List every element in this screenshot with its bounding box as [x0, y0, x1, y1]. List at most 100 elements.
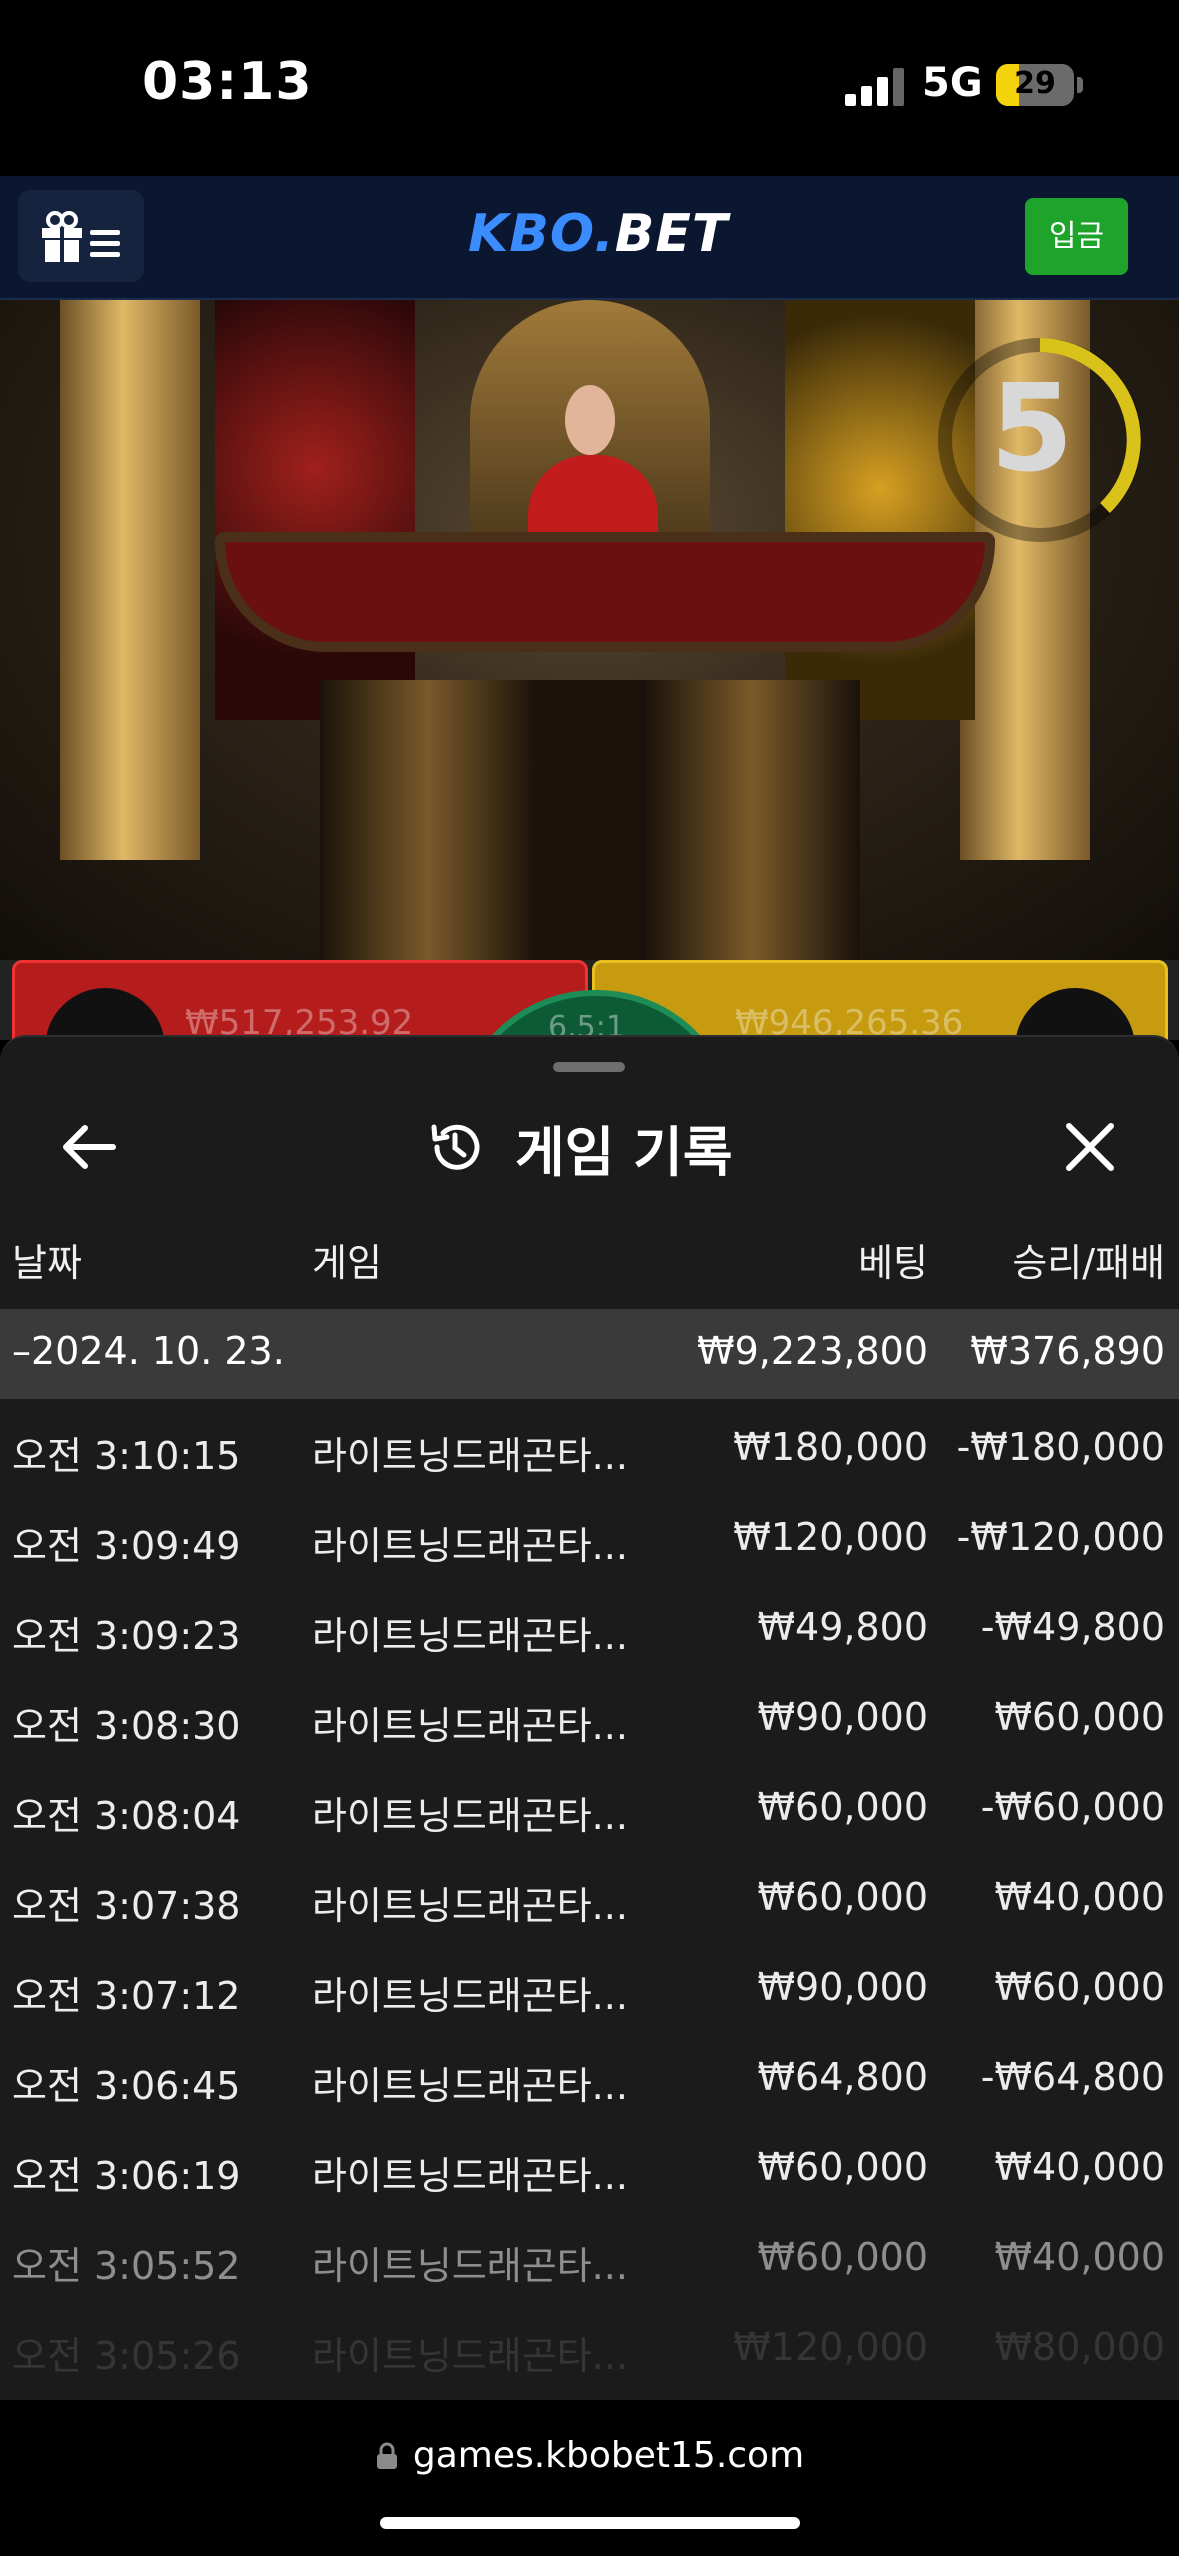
table-row[interactable]: 오전 3:07:38 라이트닝드래곤타... ₩60,000 ₩40,000 — [0, 1859, 1179, 1949]
row-winloss: -₩49,800 — [980, 1605, 1165, 1649]
table-row[interactable]: 오전 3:09:49 라이트닝드래곤타... ₩120,000 -₩120,000 — [0, 1499, 1179, 1589]
row-time: 오전 3:07:12 — [12, 1974, 241, 2018]
row-winloss: ₩40,000 — [994, 1875, 1165, 1919]
col-date: 날짜 — [12, 1241, 82, 1285]
arrow-left-icon — [63, 1125, 116, 1169]
row-game: 라이트닝드래곤타... — [312, 2064, 628, 2108]
battery-icon: 29 — [996, 64, 1074, 106]
row-game: 라이트닝드래곤타... — [312, 1434, 628, 1478]
table-row[interactable]: 오전 3:10:15 라이트닝드래곤타... ₩180,000 -₩180,000 — [0, 1409, 1179, 1499]
row-bet: ₩60,000 — [757, 1785, 928, 1829]
table-header: 날짜 게임 베팅 승리/패배 — [0, 1232, 1179, 1302]
app-header: KBO.BET 입금 — [0, 176, 1179, 300]
sheet-drag-handle[interactable] — [553, 1062, 625, 1072]
game-history-sheet: 게임 기록 날짜 게임 베팅 승리/패배 –2024. 10. 23. ₩9,2… — [0, 1035, 1179, 2402]
row-time: 오전 3:05:52 — [12, 2244, 241, 2288]
row-game: 라이트닝드래곤타... — [312, 2334, 628, 2378]
table-row[interactable]: 오전 3:06:45 라이트닝드래곤타... ₩64,800 -₩64,800 — [0, 2039, 1179, 2129]
row-game: 라이트닝드래곤타... — [312, 1524, 628, 1568]
row-bet: ₩60,000 — [757, 2235, 928, 2279]
url-field[interactable]: games.kbobet15.com — [0, 2435, 1179, 2476]
row-bet: ₩120,000 — [733, 2325, 928, 2369]
row-bet: ₩60,000 — [757, 1875, 928, 1919]
summary-date: –2024. 10. 23. — [12, 1329, 285, 1373]
table-row[interactable]: 오전 3:06:19 라이트닝드래곤타... ₩60,000 ₩40,000 — [0, 2129, 1179, 2219]
back-button[interactable] — [55, 1112, 125, 1182]
row-bet: ₩180,000 — [733, 1425, 928, 1469]
sheet-title: 게임 기록 — [515, 1120, 733, 1184]
row-winloss: ₩60,000 — [994, 1695, 1165, 1739]
countdown-timer: 5 — [990, 360, 1074, 499]
site-logo[interactable]: KBO.BET — [468, 204, 728, 264]
row-time: 오전 3:09:49 — [12, 1524, 241, 1568]
row-winloss: -₩64,800 — [980, 2055, 1165, 2099]
history-icon — [431, 1124, 480, 1170]
live-video[interactable]: 5 — [0, 300, 1179, 960]
row-winloss: ₩80,000 — [994, 2325, 1165, 2369]
row-game: 라이트닝드래곤타... — [312, 2244, 628, 2288]
row-winloss: -₩120,000 — [956, 1515, 1165, 1559]
lock-icon — [376, 2442, 397, 2469]
table-row[interactable]: 오전 3:05:52 라이트닝드래곤타... ₩60,000 ₩40,000 — [0, 2219, 1179, 2309]
url-text: games.kbobet15.com — [412, 2435, 805, 2476]
row-game: 라이트닝드래곤타... — [312, 1704, 628, 1748]
row-time: 오전 3:06:19 — [12, 2154, 241, 2198]
row-game: 라이트닝드래곤타... — [312, 2154, 628, 2198]
game-table — [215, 532, 995, 652]
row-bet: ₩49,800 — [757, 1605, 928, 1649]
battery-percent: 29 — [1014, 66, 1056, 101]
col-winloss: 승리/패배 — [1012, 1241, 1165, 1285]
dealer-head — [565, 385, 615, 455]
table-row[interactable]: 오전 3:05:26 라이트닝드래곤타... ₩120,000 ₩80,000 — [0, 2309, 1179, 2399]
row-game: 라이트닝드래곤타... — [312, 1884, 628, 1928]
status-time: 03:13 — [142, 52, 313, 112]
row-game: 라이트닝드래곤타... — [312, 1974, 628, 2018]
table-row[interactable]: 오전 3:08:30 라이트닝드래곤타... ₩90,000 ₩60,000 — [0, 1679, 1179, 1769]
row-winloss: -₩60,000 — [980, 1785, 1165, 1829]
row-winloss: ₩60,000 — [994, 1965, 1165, 2009]
browser-url-bar: games.kbobet15.com — [0, 2400, 1179, 2556]
video-pillar — [60, 300, 200, 860]
summary-bet: ₩9,223,800 — [697, 1329, 928, 1373]
close-button[interactable] — [1055, 1112, 1125, 1182]
logo-part-bet: BET — [614, 204, 729, 264]
row-time: 오전 3:06:45 — [12, 2064, 241, 2108]
row-winloss: -₩180,000 — [956, 1425, 1165, 1469]
home-indicator[interactable] — [380, 2517, 800, 2529]
row-bet: ₩90,000 — [757, 1965, 928, 2009]
battery-tip — [1077, 77, 1083, 93]
row-time: 오전 3:09:23 — [12, 1614, 241, 1658]
gift-menu-icon — [42, 211, 120, 262]
signal-icon — [845, 66, 905, 106]
row-time: 오전 3:10:15 — [12, 1434, 241, 1478]
row-time: 오전 3:05:26 — [12, 2334, 241, 2378]
bet-strip: ₩517,253.92 ₩946,265.36 6.5:1 — [0, 960, 1179, 1142]
date-summary-row[interactable]: –2024. 10. 23. ₩9,223,800 ₩376,890 — [0, 1309, 1179, 1399]
row-time: 오전 3:08:04 — [12, 1794, 241, 1838]
row-bet: ₩90,000 — [757, 1695, 928, 1739]
row-winloss: ₩40,000 — [994, 2145, 1165, 2189]
deposit-button[interactable]: 입금 — [1025, 198, 1128, 275]
network-type: 5G — [922, 60, 983, 106]
logo-part-kbo: KBO. — [468, 204, 615, 264]
table-row[interactable]: 오전 3:08:04 라이트닝드래곤타... ₩60,000 -₩60,000 — [0, 1769, 1179, 1859]
col-bet: 베팅 — [858, 1241, 928, 1285]
row-bet: ₩64,800 — [757, 2055, 928, 2099]
gift-menu-button[interactable] — [18, 190, 144, 282]
row-time: 오전 3:08:30 — [12, 1704, 241, 1748]
row-bet: ₩120,000 — [733, 1515, 928, 1559]
status-bar: 03:13 5G 29 — [0, 0, 1179, 176]
summary-winloss: ₩376,890 — [970, 1329, 1165, 1373]
table-row[interactable]: 오전 3:07:12 라이트닝드래곤타... ₩90,000 ₩60,000 — [0, 1949, 1179, 2039]
row-bet: ₩60,000 — [757, 2145, 928, 2189]
row-winloss: ₩40,000 — [994, 2235, 1165, 2279]
col-game: 게임 — [312, 1241, 382, 1285]
row-game: 라이트닝드래곤타... — [312, 1794, 628, 1838]
table-base — [320, 680, 860, 960]
row-time: 오전 3:07:38 — [12, 1884, 241, 1928]
row-game: 라이트닝드래곤타... — [312, 1614, 628, 1658]
table-row[interactable]: 오전 3:09:23 라이트닝드래곤타... ₩49,800 -₩49,800 — [0, 1589, 1179, 1679]
close-icon — [1066, 1123, 1114, 1171]
dragon-panel — [215, 300, 415, 720]
sheet-header: 게임 기록 — [425, 1107, 733, 1187]
